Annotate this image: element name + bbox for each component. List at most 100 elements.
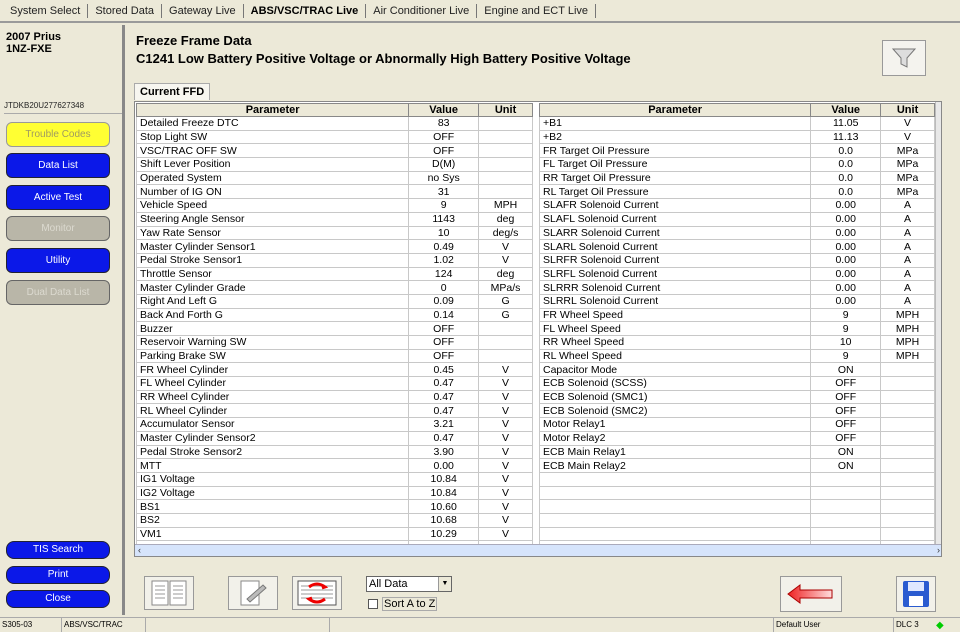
tis-search-button[interactable]: TIS Search	[6, 541, 110, 559]
table-row[interactable]: Master Cylinder Grade 0 MPa/s	[135, 280, 533, 295]
table-row[interactable]: SLAFL Solenoid Current 0.00 A	[538, 211, 935, 227]
back-button[interactable]	[780, 576, 842, 612]
table-row[interactable]: Operated System no Sys	[135, 170, 533, 186]
table-row[interactable]: +B2 11.13 V	[538, 129, 935, 145]
col-unit[interactable]: Unit	[478, 103, 533, 117]
table-row[interactable]: Shift Lever Position D(M)	[135, 157, 533, 172]
table-row[interactable]: FL Wheel Speed 9 MPH	[538, 321, 935, 336]
horizontal-scrollbar[interactable]: ‹ ›	[135, 544, 941, 556]
table-row[interactable]: BS2 10.68 V	[135, 512, 533, 528]
col-value[interactable]: Value	[408, 103, 480, 117]
table-row[interactable]: ECB Solenoid (SMC2) OFF	[538, 403, 935, 419]
table-row[interactable]	[538, 485, 935, 501]
edit-button[interactable]	[228, 576, 278, 610]
vertical-scrollbar[interactable]	[935, 102, 941, 544]
table-row[interactable]: ECB Main Relay1 ON	[538, 444, 935, 460]
table-row[interactable]: SLRRL Solenoid Current 0.00 A	[538, 293, 935, 309]
table-row[interactable]: IG1 Voltage 10.84 V	[135, 471, 533, 487]
unit-cell: A	[880, 252, 935, 268]
sort-a-to-z-checkbox[interactable]: Sort A to Z	[368, 597, 438, 611]
table-row[interactable]: Detailed Freeze DTC 83	[135, 116, 533, 131]
save-button[interactable]	[896, 576, 936, 612]
tab-abs-vsc-trac-live[interactable]: ABS/VSC/TRAC Live	[244, 3, 367, 18]
table-row[interactable]: IG2 Voltage 10.84 V	[135, 485, 533, 501]
table-row[interactable]: +B1 11.05 V	[538, 116, 935, 131]
data-list-button[interactable]: Data List	[6, 153, 110, 178]
col-unit[interactable]: Unit	[880, 103, 935, 117]
col-parameter[interactable]: Parameter	[538, 103, 812, 117]
main-panel: Freeze Frame Data C1241 Low Battery Posi…	[128, 25, 960, 615]
table-row[interactable]: Yaw Rate Sensor 10 deg/s	[135, 225, 533, 241]
table-row[interactable]: BS1 10.60 V	[135, 499, 533, 514]
table-row[interactable]: Back And Forth G 0.14 G	[135, 307, 533, 323]
table-row[interactable]: RL Target Oil Pressure 0.0 MPa	[538, 184, 935, 200]
table-row[interactable]: FL Wheel Cylinder 0.47 V	[135, 376, 533, 391]
table-row[interactable]: SLARR Solenoid Current 0.00 A	[538, 225, 935, 241]
table-row[interactable]: SLRRR Solenoid Current 0.00 A	[538, 280, 935, 295]
table-row[interactable]: ECB Main Relay2 ON	[538, 458, 935, 473]
monitor-button[interactable]: Monitor	[6, 216, 110, 241]
value-cell: ON	[810, 458, 882, 473]
table-row[interactable]: ECB Solenoid (SCSS) OFF	[538, 376, 935, 391]
tab-engine-and-ect-live[interactable]: Engine and ECT Live	[477, 3, 597, 18]
tab-air-conditioner-live[interactable]: Air Conditioner Live	[366, 3, 478, 18]
table-row[interactable]: FL Target Oil Pressure 0.0 MPa	[538, 157, 935, 172]
active-test-button[interactable]: Active Test	[6, 185, 110, 210]
table-row[interactable]: Steering Angle Sensor 1143 deg	[135, 211, 533, 227]
table-row[interactable]	[538, 499, 935, 514]
col-parameter[interactable]: Parameter	[135, 103, 410, 117]
table-row[interactable]: SLRFL Solenoid Current 0.00 A	[538, 266, 935, 282]
tab-gateway-live[interactable]: Gateway Live	[162, 3, 244, 18]
table-row[interactable]: Pedal Stroke Sensor2 3.90 V	[135, 444, 533, 460]
table-row[interactable]	[538, 526, 935, 542]
table-row[interactable]: Motor Relay2 OFF	[538, 430, 935, 446]
checkbox[interactable]	[368, 599, 378, 609]
table-row[interactable]: Stop Light SW OFF	[135, 129, 533, 145]
tab-system-select[interactable]: System Select	[3, 3, 89, 18]
print-button[interactable]: Print	[6, 566, 110, 584]
table-row[interactable]: SLARL Solenoid Current 0.00 A	[538, 239, 935, 254]
table-row[interactable]: SLAFR Solenoid Current 0.00 A	[538, 198, 935, 213]
table-row[interactable]: FR Wheel Speed 9 MPH	[538, 307, 935, 323]
status-empty	[146, 618, 330, 632]
table-row[interactable]	[538, 512, 935, 528]
table-row[interactable]: Vehicle Speed 9 MPH	[135, 198, 533, 213]
trouble-codes-button[interactable]: Trouble Codes	[6, 122, 110, 147]
utility-button[interactable]: Utility	[6, 248, 110, 273]
table-row[interactable]: Throttle Sensor 124 deg	[135, 266, 533, 282]
table-row[interactable]: MTT 0.00 V	[135, 458, 533, 473]
tab-current-ffd[interactable]: Current FFD	[134, 83, 211, 100]
close-button[interactable]: Close	[6, 590, 110, 608]
table-row[interactable]: FR Target Oil Pressure 0.0 MPa	[538, 143, 935, 159]
parameter-cell: Accumulator Sensor	[135, 417, 410, 432]
filter-button[interactable]	[882, 40, 926, 76]
table-row[interactable]: ECB Solenoid (SMC1) OFF	[538, 389, 935, 405]
table-row[interactable]: Master Cylinder Sensor2 0.47 V	[135, 430, 533, 446]
table-row[interactable]: RL Wheel Cylinder 0.47 V	[135, 403, 533, 419]
table-row[interactable]: Pedal Stroke Sensor1 1.02 V	[135, 252, 533, 268]
table-row[interactable]: Parking Brake SW OFF	[135, 348, 533, 364]
table-row[interactable]: Capacitor Mode ON	[538, 362, 935, 378]
table-row[interactable]: Accumulator Sensor 3.21 V	[135, 417, 533, 432]
table-row[interactable]: Number of IG ON 31	[135, 184, 533, 200]
table-row[interactable]: Right And Left G 0.09 G	[135, 293, 533, 309]
table-row[interactable]: SLRFR Solenoid Current 0.00 A	[538, 252, 935, 268]
data-filter-select[interactable]: All Data ▼	[366, 576, 452, 592]
col-value[interactable]: Value	[810, 103, 882, 117]
table-row[interactable]: VM1 10.29 V	[135, 526, 533, 542]
table-row[interactable]: RL Wheel Speed 9 MPH	[538, 348, 935, 364]
freeze-list-button[interactable]	[144, 576, 194, 610]
table-row[interactable]: VSC/TRAC OFF SW OFF	[135, 143, 533, 159]
tab-stored-data[interactable]: Stored Data	[88, 3, 163, 18]
table-row[interactable]: RR Target Oil Pressure 0.0 MPa	[538, 170, 935, 186]
dual-data-list-button[interactable]: Dual Data List	[6, 280, 110, 305]
table-row[interactable]: RR Wheel Speed 10 MPH	[538, 335, 935, 350]
table-row[interactable]: Motor Relay1 OFF	[538, 417, 935, 432]
table-row[interactable]: FR Wheel Cylinder 0.45 V	[135, 362, 533, 378]
table-row[interactable]	[538, 471, 935, 487]
table-row[interactable]: Master Cylinder Sensor1 0.49 V	[135, 239, 533, 254]
table-row[interactable]: Reservoir Warning SW OFF	[135, 335, 533, 350]
table-row[interactable]: RR Wheel Cylinder 0.47 V	[135, 389, 533, 405]
table-row[interactable]: Buzzer OFF	[135, 321, 533, 336]
swap-button[interactable]	[292, 576, 342, 610]
